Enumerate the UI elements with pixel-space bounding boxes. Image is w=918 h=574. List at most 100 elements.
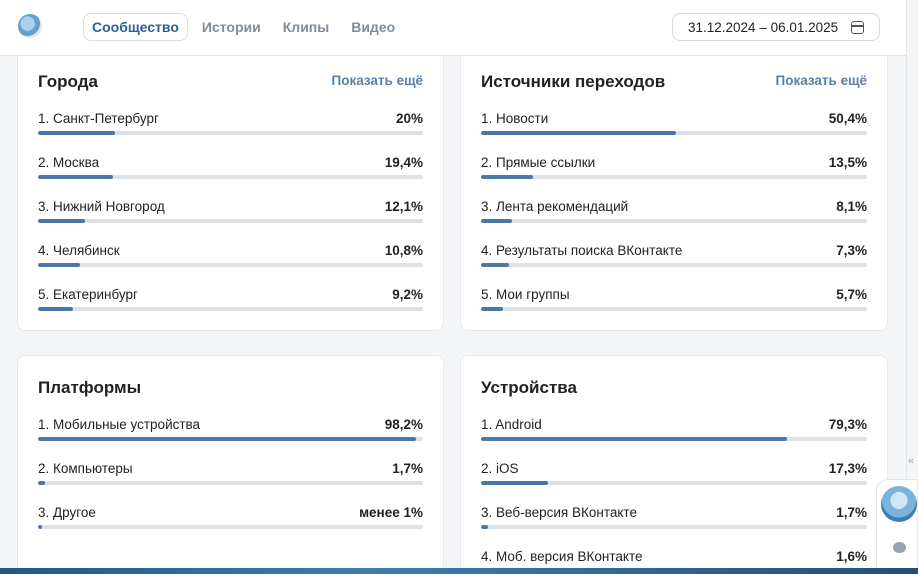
stat-row: 3. Другое менее 1%	[38, 505, 423, 535]
stat-value: 12,1%	[384, 199, 423, 214]
progress-track	[481, 219, 867, 223]
progress-fill	[481, 525, 488, 529]
community-avatar[interactable]	[18, 14, 42, 38]
progress-track	[38, 307, 423, 311]
stat-row: 1. Android 79,3%	[481, 417, 867, 447]
progress-track	[481, 263, 867, 267]
stat-label: 3. Веб-версия ВКонтакте	[481, 505, 637, 520]
stat-row: 4. Челябинск 10,8%	[38, 243, 423, 273]
progress-fill	[481, 481, 548, 485]
taskbar-strip	[0, 568, 918, 574]
top-header: Сообщество Истории Клипы Видео 31.12.202…	[0, 0, 906, 56]
progress-track	[481, 437, 867, 441]
stat-row: 3. Лента рекомендаций 8,1%	[481, 199, 867, 229]
stat-row: 2. Москва 19,4%	[38, 155, 423, 185]
card-title: Города	[38, 72, 98, 91]
stat-value: 19,4%	[384, 155, 423, 170]
stat-label: 3. Лента рекомендаций	[481, 199, 629, 214]
double-chevron-left-icon[interactable]: «	[908, 455, 914, 467]
tab-clips[interactable]: Клипы	[275, 13, 337, 41]
stat-row: 1. Новости 50,4%	[481, 111, 867, 141]
card-title: Источники переходов	[481, 72, 666, 91]
stat-label: 1. Мобильные устройства	[38, 417, 201, 432]
progress-fill	[38, 131, 115, 135]
calendar-icon	[851, 21, 864, 34]
date-range-text: 31.12.2024 – 06.01.2025	[688, 19, 839, 35]
progress-track	[38, 263, 423, 267]
date-range-picker[interactable]: 31.12.2024 – 06.01.2025	[672, 13, 880, 41]
stat-value: 7,3%	[836, 243, 867, 258]
card-title: Устройства	[481, 378, 577, 397]
stat-label: 1. Санкт-Петербург	[38, 111, 159, 126]
progress-fill	[481, 307, 503, 311]
stat-label: 4. Челябинск	[38, 243, 120, 258]
stat-label: 2. iOS	[481, 461, 519, 476]
stat-row: 5. Мои группы 5,7%	[481, 287, 867, 317]
progress-fill	[38, 525, 42, 529]
stat-value: 20%	[395, 111, 423, 126]
stat-value: 13,5%	[828, 155, 867, 170]
stat-value: менее 1%	[359, 505, 423, 520]
stat-label: 2. Компьютеры	[38, 461, 133, 476]
stat-label: 5. Мои группы	[481, 287, 570, 302]
stat-value: 1,7%	[836, 505, 867, 520]
progress-track	[481, 175, 867, 179]
stat-label: 2. Москва	[38, 155, 100, 170]
stat-row: 1. Санкт-Петербург 20%	[38, 111, 423, 141]
stat-label: 1. Android	[481, 417, 542, 432]
stat-value: 50,4%	[828, 111, 867, 126]
progress-track	[38, 131, 423, 135]
stat-row: 2. Компьютеры 1,7%	[38, 461, 423, 491]
progress-fill	[38, 437, 417, 441]
progress-fill	[38, 219, 85, 223]
stat-value: 98,2%	[384, 417, 423, 432]
progress-track	[38, 481, 423, 485]
progress-track	[38, 437, 423, 441]
chat-avatar[interactable]	[881, 486, 917, 522]
progress-fill	[38, 307, 74, 311]
devices-card: Устройства 1. Android 79,3% 2. iOS 17,3% 3. …	[460, 355, 888, 574]
stat-row: 2. iOS 17,3%	[481, 461, 867, 491]
stat-value: 9,2%	[392, 287, 423, 302]
chat-icon[interactable]	[893, 542, 906, 553]
progress-fill	[481, 175, 534, 179]
tab-community[interactable]: Сообщество	[83, 13, 188, 41]
progress-track	[481, 481, 867, 485]
stat-label: 1. Новости	[481, 111, 549, 126]
stat-label: 4. Результаты поиска ВКонтакте	[481, 243, 683, 258]
progress-fill	[481, 219, 513, 223]
stat-value: 79,3%	[828, 417, 867, 432]
show-more-link[interactable]: Показать ещё	[776, 73, 868, 88]
chat-widget[interactable]	[876, 479, 918, 574]
card-title: Платформы	[38, 378, 142, 397]
progress-track	[481, 131, 867, 135]
progress-track	[481, 525, 867, 529]
progress-fill	[38, 481, 45, 485]
stat-label: 5. Екатеринбург	[38, 287, 138, 302]
sources-card: Источники переходов Показать ещё 1. Ново…	[460, 40, 888, 331]
stat-value: 17,3%	[828, 461, 867, 476]
section-tabs: Сообщество Истории Клипы Видео	[83, 13, 403, 41]
tab-video[interactable]: Видео	[343, 13, 403, 41]
tab-stories[interactable]: Истории	[194, 13, 269, 41]
progress-track	[38, 175, 423, 179]
stat-value: 8,1%	[836, 199, 867, 214]
stat-label: 3. Другое	[38, 505, 96, 520]
stat-value: 1,6%	[836, 549, 867, 564]
show-more-link[interactable]: Показать ещё	[332, 73, 424, 88]
cities-card: Города Показать ещё 1. Санкт-Петербург 20…	[17, 40, 444, 331]
progress-track	[38, 525, 423, 529]
stat-row: 2. Прямые ссылки 13,5%	[481, 155, 867, 185]
progress-fill	[38, 175, 113, 179]
progress-fill	[481, 437, 788, 441]
progress-fill	[481, 131, 676, 135]
stat-row: 3. Веб-версия ВКонтакте 1,7%	[481, 505, 867, 535]
progress-fill	[481, 263, 510, 267]
stat-row: 5. Екатеринбург 9,2%	[38, 287, 423, 317]
stat-label: 2. Прямые ссылки	[481, 155, 596, 170]
stat-value: 10,8%	[384, 243, 423, 258]
progress-fill	[38, 263, 80, 267]
stat-row: 3. Нижний Новгород 12,1%	[38, 199, 423, 229]
stat-value: 5,7%	[836, 287, 867, 302]
stat-label: 3. Нижний Новгород	[38, 199, 165, 214]
